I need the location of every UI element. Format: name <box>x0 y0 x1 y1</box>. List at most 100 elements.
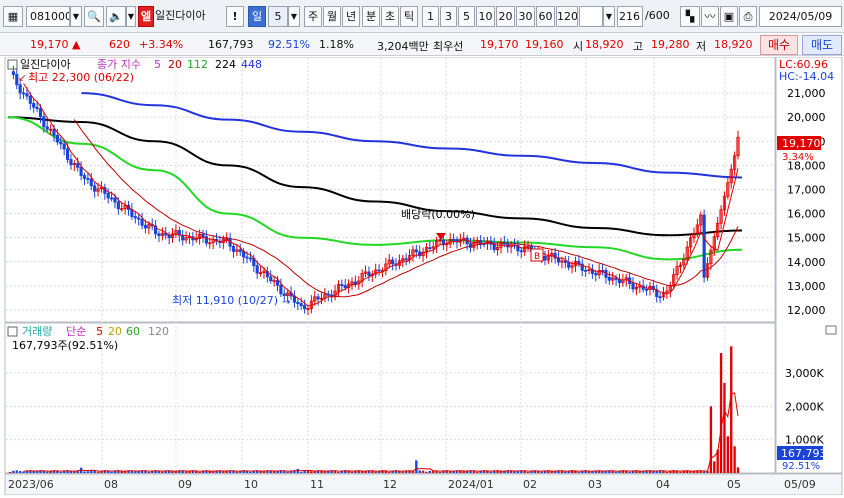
stock-name: 일진다이아 <box>155 9 206 22</box>
interval-custom-input[interactable] <box>579 6 603 27</box>
candle <box>42 116 46 128</box>
buy-button[interactable]: 매수 <box>760 35 798 55</box>
price-tick-label: 20,000 <box>787 111 826 124</box>
volume-bar <box>628 471 631 473</box>
volume-bar <box>679 471 682 473</box>
volume-panel <box>4 322 776 474</box>
candle <box>86 177 90 180</box>
candle <box>658 296 662 299</box>
period-number[interactable]: 5 <box>268 6 288 27</box>
price-tick-label: 16,000 <box>787 208 826 221</box>
open-price: 18,920 <box>585 38 624 51</box>
candle <box>279 284 283 295</box>
volume-bar <box>438 471 442 473</box>
volume-bar <box>46 471 49 473</box>
candle <box>584 269 588 272</box>
volume-bar <box>723 383 726 473</box>
price-change-pct: +3.34% <box>139 38 184 51</box>
period-second-button[interactable]: 초 <box>381 6 399 27</box>
trend-icon[interactable]: 〰 <box>701 6 719 27</box>
best-bid: 19,160 <box>525 38 564 51</box>
candle <box>377 269 381 272</box>
candle <box>644 288 649 291</box>
candle <box>143 224 148 229</box>
search-icon[interactable]: 🔍 <box>84 6 104 27</box>
volume-bar <box>713 461 716 473</box>
grid-menu-icon[interactable]: ▦ <box>3 6 23 27</box>
interval-3[interactable]: 3 <box>440 6 457 27</box>
last-price-pct: 3.34% <box>782 152 814 163</box>
volume-bar <box>642 471 645 473</box>
stock-code-input[interactable]: 081000 <box>26 6 70 27</box>
interval-60[interactable]: 60 <box>536 6 555 27</box>
candle <box>181 234 185 241</box>
volume-bar <box>702 471 706 473</box>
interval-30[interactable]: 30 <box>516 6 535 27</box>
volume-tick-label: 3,000K <box>785 367 824 380</box>
candle <box>28 95 32 104</box>
price-tick-label: 15,000 <box>787 232 826 245</box>
candle <box>404 258 408 261</box>
volume-bar <box>262 471 266 473</box>
time-axis-label: 10 <box>244 478 258 491</box>
candle <box>303 305 307 310</box>
candle <box>11 71 15 75</box>
candle <box>18 84 22 94</box>
period-month-button[interactable]: 월 <box>323 6 341 27</box>
candle <box>343 285 347 288</box>
candle <box>79 166 83 176</box>
candle <box>567 262 571 268</box>
candle <box>116 201 120 210</box>
alert-button[interactable]: ! <box>226 6 244 27</box>
candle <box>519 250 523 253</box>
volume-bar <box>591 471 594 473</box>
sound-dropdown-icon[interactable]: ▼ <box>126 6 136 27</box>
count-input[interactable]: 216 <box>617 6 643 27</box>
candle <box>69 159 73 166</box>
volume-bar <box>110 471 113 473</box>
count-max: /600 <box>645 9 670 22</box>
low-marker-icon: → <box>282 297 290 308</box>
period-week-button[interactable]: 주 <box>304 6 322 27</box>
candle <box>543 255 547 261</box>
date-input[interactable]: 2024/05/09 <box>759 6 842 27</box>
candle <box>45 126 49 130</box>
candle <box>62 143 66 150</box>
volume-legend-label: 거래량 <box>22 325 52 338</box>
sell-button[interactable]: 매도 <box>802 35 842 55</box>
print-icon[interactable]: ⎙ <box>739 6 757 27</box>
period-tick-button[interactable]: 틱 <box>400 6 418 27</box>
save-icon[interactable]: ▣ <box>720 6 738 27</box>
interval-1[interactable]: 1 <box>422 6 439 27</box>
interval-120[interactable]: 120 <box>556 6 578 27</box>
market-badge: 엘 <box>138 6 154 27</box>
interval-10[interactable]: 10 <box>476 6 495 27</box>
interval-5[interactable]: 5 <box>458 6 475 27</box>
period-minute-button[interactable]: 분 <box>362 6 380 27</box>
candle <box>32 103 36 108</box>
candle <box>137 217 141 220</box>
candle <box>353 281 357 285</box>
time-axis-label: 11 <box>310 478 324 491</box>
volume-tick-label: 2,000K <box>785 400 824 413</box>
interval-dropdown-icon[interactable]: ▼ <box>603 6 615 27</box>
period-dropdown-icon[interactable]: ▼ <box>288 6 300 27</box>
candle <box>59 141 63 145</box>
legend-ma-label: 종가 지수 <box>97 58 141 71</box>
candle <box>89 178 93 187</box>
period-day-button[interactable]: 일 <box>248 6 266 27</box>
code-dropdown-icon[interactable]: ▼ <box>70 6 82 27</box>
volume-bar <box>22 471 25 473</box>
sound-icon[interactable]: 🔈 <box>106 6 126 27</box>
interval-20[interactable]: 20 <box>496 6 515 27</box>
period-year-button[interactable]: 년 <box>342 6 360 27</box>
chart-tools-icon[interactable]: ▚ <box>680 6 700 27</box>
legend-ma20: 20 <box>168 58 182 71</box>
last-price: 19,170 <box>782 137 821 150</box>
volume-bar <box>489 471 492 473</box>
candle <box>65 148 70 160</box>
volume-bar <box>313 471 316 473</box>
volume-bar <box>286 471 289 473</box>
time-axis-label: 2023/06 <box>8 478 54 491</box>
volume-bar <box>310 471 313 473</box>
